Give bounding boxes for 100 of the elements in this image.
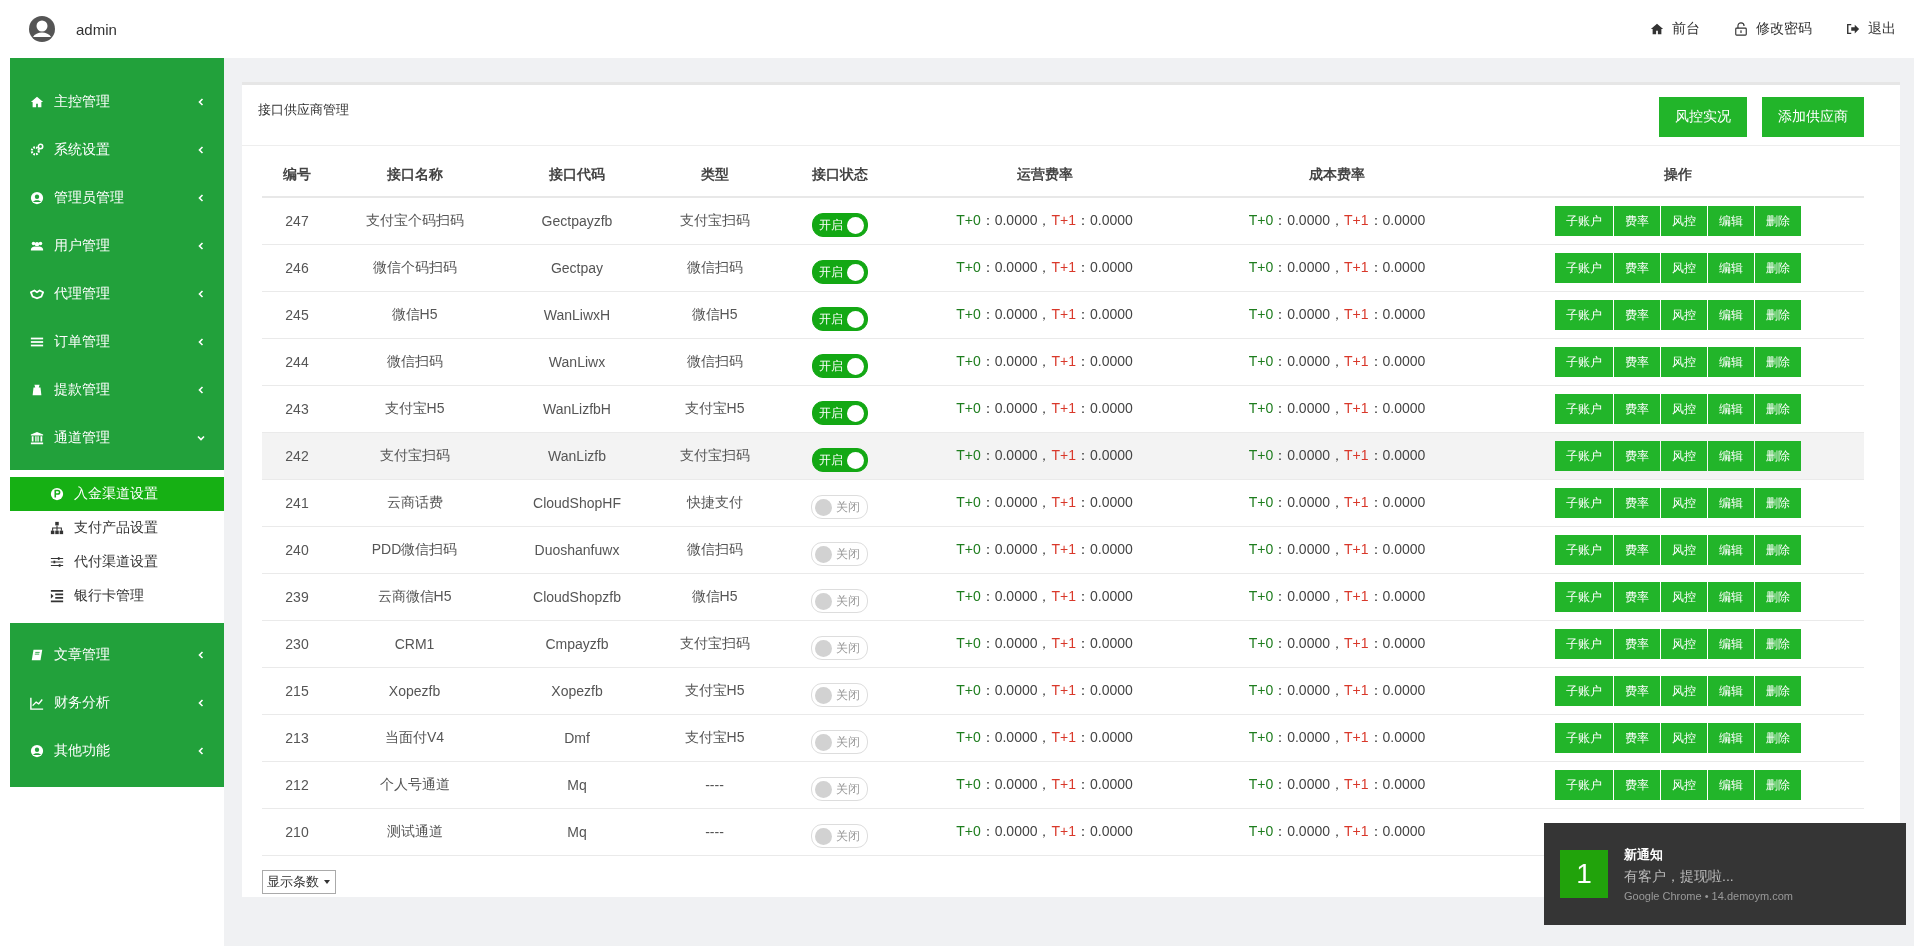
sidebar-item[interactable]: 通道管理 (10, 414, 224, 462)
status-toggle[interactable]: 关闭 (811, 542, 868, 566)
row-action-button[interactable]: 子账户 (1555, 582, 1613, 612)
submenu-item[interactable]: 入金渠道设置 (10, 477, 224, 511)
row-action-button[interactable]: 删除 (1755, 253, 1801, 283)
row-action-button[interactable]: 子账户 (1555, 300, 1613, 330)
row-action-button[interactable]: 费率 (1614, 206, 1660, 236)
row-action-button[interactable]: 费率 (1614, 441, 1660, 471)
row-action-button[interactable]: 子账户 (1555, 253, 1613, 283)
row-action-button[interactable]: 费率 (1614, 582, 1660, 612)
row-action-button[interactable]: 子账户 (1555, 535, 1613, 565)
sidebar-item[interactable]: 管理员管理 (10, 174, 224, 222)
sidebar-item[interactable]: 文章管理 (10, 631, 224, 679)
submenu-item[interactable]: 银行卡管理 (10, 579, 224, 613)
row-action-button[interactable]: 风控 (1661, 441, 1707, 471)
row-action-button[interactable]: 费率 (1614, 488, 1660, 518)
page-size-select[interactable]: 显示条数 (262, 870, 336, 894)
status-toggle[interactable]: 关闭 (811, 589, 868, 613)
header-link[interactable]: 退出 (1846, 20, 1896, 38)
row-action-button[interactable]: 编辑 (1708, 582, 1754, 612)
action-button[interactable]: 添加供应商 (1762, 97, 1864, 137)
row-action-button[interactable]: 风控 (1661, 629, 1707, 659)
row-action-button[interactable]: 费率 (1614, 676, 1660, 706)
row-action-button[interactable]: 风控 (1661, 582, 1707, 612)
row-action-button[interactable]: 编辑 (1708, 253, 1754, 283)
row-action-button[interactable]: 风控 (1661, 535, 1707, 565)
header-link[interactable]: 修改密码 (1734, 20, 1812, 38)
sidebar-item[interactable]: 财务分析 (10, 679, 224, 727)
row-action-button[interactable]: 删除 (1755, 676, 1801, 706)
status-toggle[interactable]: 开启 (811, 401, 868, 425)
row-action-button[interactable]: 费率 (1614, 300, 1660, 330)
action-button[interactable]: 风控实况 (1659, 97, 1747, 137)
row-action-button[interactable]: 编辑 (1708, 770, 1754, 800)
row-action-button[interactable]: 费率 (1614, 770, 1660, 800)
row-action-button[interactable]: 费率 (1614, 535, 1660, 565)
row-action-button[interactable]: 费率 (1614, 253, 1660, 283)
row-action-button[interactable]: 风控 (1661, 253, 1707, 283)
notification-popup[interactable]: 1 新通知 有客户，提现啦... Google Chrome • 14.demoym.com (1544, 823, 1906, 925)
row-action-button[interactable]: 子账户 (1555, 723, 1613, 753)
status-toggle[interactable]: 开启 (811, 448, 868, 472)
submenu-item[interactable]: 代付渠道设置 (10, 545, 224, 579)
row-action-button[interactable]: 风控 (1661, 770, 1707, 800)
header-link[interactable]: 前台 (1650, 20, 1700, 38)
status-toggle[interactable]: 开启 (811, 307, 868, 331)
sidebar-item[interactable]: 提款管理 (10, 366, 224, 414)
row-action-button[interactable]: 子账户 (1555, 347, 1613, 377)
row-action-button[interactable]: 风控 (1661, 723, 1707, 753)
submenu-item[interactable]: 支付产品设置 (10, 511, 224, 545)
row-action-button[interactable]: 编辑 (1708, 723, 1754, 753)
row-action-button[interactable]: 子账户 (1555, 206, 1613, 236)
row-action-button[interactable]: 子账户 (1555, 394, 1613, 424)
sidebar-item[interactable]: 主控管理 (10, 78, 224, 126)
row-action-button[interactable]: 编辑 (1708, 206, 1754, 236)
row-action-button[interactable]: 编辑 (1708, 488, 1754, 518)
row-action-button[interactable]: 删除 (1755, 488, 1801, 518)
row-action-button[interactable]: 编辑 (1708, 441, 1754, 471)
row-action-button[interactable]: 删除 (1755, 300, 1801, 330)
row-action-button[interactable]: 删除 (1755, 770, 1801, 800)
sidebar-item[interactable]: 用户管理 (10, 222, 224, 270)
row-action-button[interactable]: 编辑 (1708, 676, 1754, 706)
row-action-button[interactable]: 删除 (1755, 394, 1801, 424)
status-toggle[interactable]: 关闭 (811, 777, 868, 801)
row-action-button[interactable]: 编辑 (1708, 394, 1754, 424)
sidebar-item[interactable]: 代理管理 (10, 270, 224, 318)
status-toggle[interactable]: 开启 (811, 260, 868, 284)
row-action-button[interactable]: 编辑 (1708, 300, 1754, 330)
row-action-button[interactable]: 删除 (1755, 535, 1801, 565)
row-action-button[interactable]: 删除 (1755, 347, 1801, 377)
row-action-button[interactable]: 编辑 (1708, 629, 1754, 659)
row-action-button[interactable]: 删除 (1755, 629, 1801, 659)
status-toggle[interactable]: 关闭 (811, 824, 868, 848)
row-action-button[interactable]: 风控 (1661, 206, 1707, 236)
avatar-icon[interactable] (28, 15, 56, 43)
row-action-button[interactable]: 风控 (1661, 347, 1707, 377)
status-toggle[interactable]: 关闭 (811, 636, 868, 660)
status-toggle[interactable]: 关闭 (811, 683, 868, 707)
status-toggle[interactable]: 关闭 (811, 730, 868, 754)
row-action-button[interactable]: 编辑 (1708, 535, 1754, 565)
row-action-button[interactable]: 费率 (1614, 394, 1660, 424)
row-action-button[interactable]: 删除 (1755, 441, 1801, 471)
row-action-button[interactable]: 风控 (1661, 394, 1707, 424)
row-action-button[interactable]: 费率 (1614, 629, 1660, 659)
row-action-button[interactable]: 删除 (1755, 206, 1801, 236)
row-action-button[interactable]: 风控 (1661, 488, 1707, 518)
row-action-button[interactable]: 删除 (1755, 582, 1801, 612)
row-action-button[interactable]: 子账户 (1555, 770, 1613, 800)
row-action-button[interactable]: 删除 (1755, 723, 1801, 753)
status-toggle[interactable]: 关闭 (811, 495, 868, 519)
row-action-button[interactable]: 子账户 (1555, 441, 1613, 471)
row-action-button[interactable]: 风控 (1661, 676, 1707, 706)
status-toggle[interactable]: 开启 (811, 213, 868, 237)
row-action-button[interactable]: 子账户 (1555, 629, 1613, 659)
sidebar-item[interactable]: 其他功能 (10, 727, 224, 775)
row-action-button[interactable]: 子账户 (1555, 676, 1613, 706)
row-action-button[interactable]: 费率 (1614, 347, 1660, 377)
status-toggle[interactable]: 开启 (811, 354, 868, 378)
sidebar-item[interactable]: 订单管理 (10, 318, 224, 366)
row-action-button[interactable]: 风控 (1661, 300, 1707, 330)
row-action-button[interactable]: 编辑 (1708, 347, 1754, 377)
row-action-button[interactable]: 费率 (1614, 723, 1660, 753)
